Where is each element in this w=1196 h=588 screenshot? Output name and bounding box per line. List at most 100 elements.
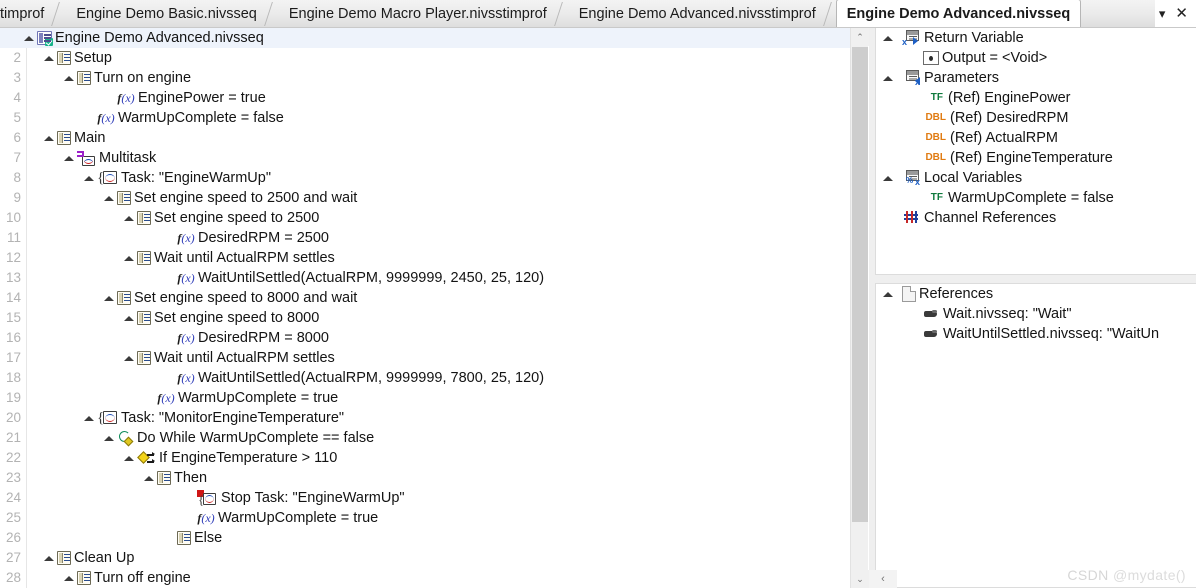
variable-row[interactable]: DBL (Ref) ActualRPM xyxy=(876,128,1196,148)
panel-row-label: (Ref) ActualRPM xyxy=(950,130,1058,146)
tree-row[interactable]: Set engine speed to 2500 xyxy=(0,208,850,228)
reference-row[interactable]: References xyxy=(876,284,1196,304)
tree-row[interactable]: Wait until ActualRPM settles xyxy=(0,248,850,268)
variable-row[interactable]: Output = <Void> xyxy=(876,48,1196,68)
expand-collapse-arrow-icon[interactable] xyxy=(43,128,55,148)
tree-row[interactable]: Set engine speed to 8000 and wait xyxy=(0,288,850,308)
tree-row[interactable]: {Stop Task: "EngineWarmUp" xyxy=(0,488,850,508)
tree-row[interactable]: f(x) DesiredRPM = 8000 xyxy=(0,328,850,348)
variable-row[interactable]: DBL (Ref) EngineTemperature xyxy=(876,148,1196,168)
chevron-down-icon[interactable]: ▾ xyxy=(1159,7,1166,20)
step-group-icon xyxy=(77,571,91,585)
tree-row[interactable]: Turn off engine xyxy=(0,568,850,588)
tree-row[interactable]: Wait until ActualRPM settles xyxy=(0,348,850,368)
expand-collapse-arrow-icon[interactable] xyxy=(882,284,894,304)
expand-collapse-arrow-icon[interactable] xyxy=(63,68,75,88)
tree-row[interactable]: Main xyxy=(0,128,850,148)
variable-row[interactable]: DBL (Ref) DesiredRPM xyxy=(876,108,1196,128)
tree-row-label: WarmUpComplete = false xyxy=(118,110,284,126)
scroll-down-icon[interactable]: ⌄ xyxy=(851,570,869,588)
expand-collapse-arrow-icon[interactable] xyxy=(882,168,894,188)
tab-label: timprof xyxy=(0,5,45,22)
tree-row[interactable]: If EngineTemperature > 110 xyxy=(0,448,850,468)
expand-collapse-arrow-icon[interactable] xyxy=(123,448,135,468)
panel-row-content: DBL (Ref) ActualRPM xyxy=(923,128,1058,148)
type-dbl-icon: DBL xyxy=(925,152,946,163)
tab-label: Engine Demo Advanced.nivsseq xyxy=(846,5,1071,22)
tab-1[interactable]: Engine Demo Basic.nivsseq xyxy=(58,0,271,27)
tree-row[interactable]: Turn on engine xyxy=(0,68,850,88)
tree-row[interactable]: f(x) WarmUpComplete = false xyxy=(0,108,850,128)
tree-row-label: Else xyxy=(194,530,223,546)
scrollbar-thumb[interactable] xyxy=(852,47,868,522)
expand-collapse-arrow-icon[interactable] xyxy=(23,28,35,48)
tree-row[interactable]: f(x) WaitUntilSettled(ActualRPM, 9999999,… xyxy=(0,368,850,388)
expand-collapse-arrow-icon[interactable] xyxy=(63,148,75,168)
references-panel: References Wait.nivsseq: "Wait" WaitUntilS… xyxy=(875,283,1196,588)
tree-row[interactable]: Then xyxy=(0,468,850,488)
tree-row[interactable]: Setup xyxy=(0,48,850,68)
expand-collapse-arrow-icon[interactable] xyxy=(103,288,115,308)
tree-row[interactable]: f(x) EnginePower = true xyxy=(0,88,850,108)
tab-0[interactable]: timprof xyxy=(0,0,58,27)
collapse-panel-button[interactable]: ‹ xyxy=(869,570,897,588)
close-icon[interactable]: ✕ xyxy=(1175,6,1188,21)
reference-row[interactable]: Wait.nivsseq: "Wait" xyxy=(876,304,1196,324)
tree-row[interactable]: {Task: "MonitorEngineTemperature" xyxy=(0,408,850,428)
editor-tab-bar: timprof Engine Demo Basic.nivsseq Engine D… xyxy=(0,0,1196,28)
expand-collapse-arrow-icon[interactable] xyxy=(123,308,135,328)
reference-row[interactable]: WaitUntilSettled.nivsseq: "WaitUn xyxy=(876,324,1196,344)
tree-row[interactable]: Engine Demo Advanced.nivsseq xyxy=(0,28,850,48)
tree-vertical-scrollbar[interactable]: ⌃ ⌄ xyxy=(850,28,869,588)
tree-row[interactable]: Set engine speed to 8000 xyxy=(0,308,850,328)
tree-row-label: Turn off engine xyxy=(94,570,191,586)
tree-row[interactable]: Set engine speed to 2500 and wait xyxy=(0,188,850,208)
tree-row[interactable]: Clean Up xyxy=(0,548,850,568)
variable-row[interactable]: x Return Variable xyxy=(876,28,1196,48)
tree-row[interactable]: Do While WarmUpComplete == false xyxy=(0,428,850,448)
tree-row-content: Else xyxy=(177,528,222,548)
tree-row-content: Wait until ActualRPM settles xyxy=(137,248,335,268)
expand-collapse-arrow-icon[interactable] xyxy=(882,68,894,88)
task-icon: { xyxy=(97,170,118,186)
tree-row[interactable]: Else xyxy=(0,528,850,548)
tree-row[interactable]: {Task: "EngineWarmUp" xyxy=(0,168,850,188)
tree-row-content: Do While WarmUpComplete == false xyxy=(117,428,374,448)
tree-row-content: {Stop Task: "EngineWarmUp" xyxy=(197,488,405,508)
expand-collapse-arrow-icon[interactable] xyxy=(83,168,95,188)
expand-collapse-arrow-icon[interactable] xyxy=(43,48,55,68)
variable-row[interactable]: % x Local Variables xyxy=(876,168,1196,188)
tab-4[interactable]: Engine Demo Advanced.nivsseq xyxy=(835,0,1082,27)
variable-row[interactable]: TF WarmUpComplete = false xyxy=(876,188,1196,208)
expand-collapse-arrow-icon[interactable] xyxy=(123,248,135,268)
tree-row[interactable]: Multitask xyxy=(0,148,850,168)
expand-collapse-arrow-icon[interactable] xyxy=(83,408,95,428)
chevron-left-icon: ‹ xyxy=(881,573,885,585)
scroll-up-icon[interactable]: ⌃ xyxy=(851,28,869,46)
variable-row[interactable]: TF (Ref) EnginePower xyxy=(876,88,1196,108)
tab-2[interactable]: Engine Demo Macro Player.nivsstimprof xyxy=(271,0,561,27)
expand-collapse-arrow-icon[interactable] xyxy=(103,428,115,448)
expand-collapse-arrow-icon[interactable] xyxy=(123,348,135,368)
expand-collapse-arrow-icon[interactable] xyxy=(103,188,115,208)
variable-row[interactable]: Channel References xyxy=(876,208,1196,228)
tree-row[interactable]: f(x) WarmUpComplete = true xyxy=(0,388,850,408)
tree-row-label: Clean Up xyxy=(74,550,135,566)
step-group-icon xyxy=(137,211,151,225)
panel-row-label: Channel References xyxy=(924,210,1057,226)
tree-row-content: {Task: "EngineWarmUp" xyxy=(97,168,271,188)
panel-row-label: (Ref) DesiredRPM xyxy=(950,110,1069,126)
expand-collapse-arrow-icon[interactable] xyxy=(143,468,155,488)
variable-row[interactable]: x Parameters xyxy=(876,68,1196,88)
sequence-tree[interactable]: Engine Demo Advanced.nivsseq Setup Turn on… xyxy=(0,28,850,588)
expand-collapse-arrow-icon[interactable] xyxy=(882,28,894,48)
expression-fx-icon: f(x) xyxy=(177,231,195,245)
tree-row[interactable]: f(x) WaitUntilSettled(ActualRPM, 9999999,… xyxy=(0,268,850,288)
tree-row[interactable]: f(x) WarmUpComplete = true xyxy=(0,508,850,528)
panel-row-label: (Ref) EnginePower xyxy=(948,90,1071,106)
expand-collapse-arrow-icon[interactable] xyxy=(43,548,55,568)
expand-collapse-arrow-icon[interactable] xyxy=(63,568,75,588)
tree-row[interactable]: f(x) DesiredRPM = 2500 xyxy=(0,228,850,248)
tab-3[interactable]: Engine Demo Advanced.nivsstimprof xyxy=(561,0,830,27)
expand-collapse-arrow-icon[interactable] xyxy=(123,208,135,228)
